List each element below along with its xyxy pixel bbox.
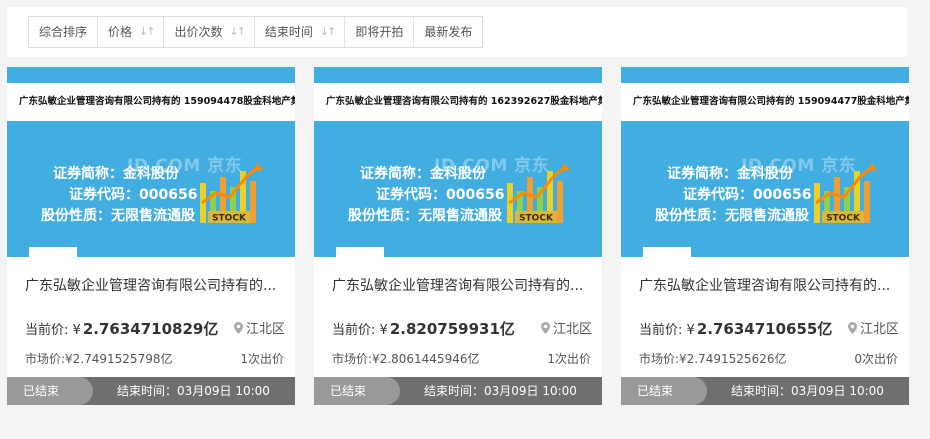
item-title[interactable]: 广东弘敏企业管理咨询有限公司持有的...: [25, 275, 285, 295]
location-text: 江北区: [859, 322, 899, 337]
location: 江北区: [540, 318, 592, 337]
current-price: 当前价: ¥2.7634710829亿: [25, 318, 218, 339]
image-security-name: 证券简称：金科股份: [53, 166, 179, 182]
stock-chart-icon: STOCK: [200, 163, 263, 224]
current-price-value: ¥2.820759931亿: [380, 320, 515, 338]
end-time: 结束时间：03月09日 10:00: [117, 384, 270, 398]
location: 江北区: [233, 318, 285, 337]
bid-count: 1次出价: [240, 352, 284, 366]
sort-arrows-icon: ↓↑: [139, 25, 156, 38]
stock-label: STOCK: [826, 214, 861, 224]
item-image[interactable]: 广东弘敏企业管理咨询有限公司持有的 159094477股金科地产集团股份有限公司…: [621, 67, 909, 257]
sort-comprehensive-button[interactable]: 综合排序: [29, 17, 99, 47]
auction-card[interactable]: 广东弘敏企业管理咨询有限公司持有的 162392627股金科地产集团股份有限公司…: [314, 67, 602, 405]
market-price: 市场价:¥2.7491525798亿: [25, 352, 173, 366]
location-pin-icon: [847, 321, 857, 334]
status-badge: 已结束: [7, 377, 93, 405]
sort-label: 结束时间: [264, 25, 313, 39]
current-price: 当前价: ¥2.820759931亿: [332, 318, 515, 339]
sort-label: 即将开拍: [355, 25, 404, 39]
image-share-nature: 股份性质：无限售流通股: [41, 208, 195, 224]
sort-label: 出价次数: [174, 25, 223, 39]
sort-bid-count-button[interactable]: 出价次数 ↓↑: [164, 17, 255, 47]
status-badge: 已结束: [314, 377, 400, 405]
sort-newest-button[interactable]: 最新发布: [414, 17, 482, 47]
image-share-nature: 股份性质：无限售流通股: [348, 208, 502, 224]
location-pin-icon: [540, 321, 550, 334]
sort-button-group: 综合排序 价格 ↓↑ 出价次数 ↓↑ 结束时间 ↓↑ 即将开拍 最新发布: [28, 16, 484, 48]
sort-label: 最新发布: [424, 25, 473, 39]
card-footer: 已结束 结束时间：03月09日 10:00: [314, 377, 602, 405]
item-title[interactable]: 广东弘敏企业管理咨询有限公司持有的...: [639, 275, 899, 295]
location-text: 江北区: [245, 322, 285, 337]
sort-arrows-icon: ↓↑: [319, 25, 337, 38]
location-text: 江北区: [552, 322, 592, 337]
image-tag: [336, 247, 384, 257]
end-time: 结束时间：03月09日 10:00: [424, 384, 577, 398]
image-header-text: 广东弘敏企业管理咨询有限公司持有的 159094477股金科地产集团股份有限公司…: [621, 83, 909, 121]
image-security-name: 证券简称：金科股份: [360, 166, 486, 182]
auction-card[interactable]: 广东弘敏企业管理咨询有限公司持有的 159094477股金科地产集团股份有限公司…: [621, 67, 909, 405]
current-price-label: 当前价:: [25, 323, 69, 338]
market-price: 市场价:¥2.7491525626亿: [639, 352, 787, 366]
sort-toolbar: 综合排序 价格 ↓↑ 出价次数 ↓↑ 结束时间 ↓↑ 即将开拍 最新发布: [7, 7, 907, 57]
current-price: 当前价: ¥2.7634710655亿: [639, 318, 832, 339]
item-image[interactable]: 广东弘敏企业管理咨询有限公司持有的 159094478股金科地产集团股份有限公司…: [7, 67, 295, 257]
image-share-nature: 股份性质：无限售流通股: [655, 208, 809, 224]
stock-label: STOCK: [519, 214, 554, 224]
item-image[interactable]: 广东弘敏企业管理咨询有限公司持有的 162392627股金科地产集团股份有限公司…: [314, 67, 602, 257]
item-title[interactable]: 广东弘敏企业管理咨询有限公司持有的...: [332, 275, 592, 295]
image-security-name: 证券简称：金科股份: [667, 166, 793, 182]
sort-label: 价格: [108, 25, 133, 39]
status-badge: 已结束: [621, 377, 707, 405]
stock-chart-icon: STOCK: [507, 163, 570, 224]
currency-symbol: ¥: [379, 323, 388, 338]
current-price-value: ¥2.7634710655亿: [687, 320, 833, 338]
sort-price-button[interactable]: 价格 ↓↑: [98, 17, 165, 47]
image-header-text: 广东弘敏企业管理咨询有限公司持有的 159094478股金科地产集团股份有限公司…: [7, 83, 295, 121]
sort-end-time-button[interactable]: 结束时间 ↓↑: [255, 17, 346, 47]
price-amount: 2.7634710829亿: [82, 320, 219, 338]
market-price: 市场价:¥2.8061445946亿: [332, 352, 480, 366]
current-price-label: 当前价:: [639, 323, 683, 338]
card-footer: 已结束 结束时间：03月09日 10:00: [7, 377, 295, 405]
stock-label: STOCK: [212, 214, 247, 224]
image-tag: [643, 247, 691, 257]
end-time: 结束时间：03月09日 10:00: [731, 384, 884, 398]
sort-arrows-icon: ↓↑: [229, 25, 246, 38]
location-pin-icon: [233, 321, 243, 334]
sort-label: 综合排序: [39, 25, 88, 39]
current-price-value: ¥2.7634710829亿: [73, 320, 219, 338]
auction-card[interactable]: 广东弘敏企业管理咨询有限公司持有的 159094478股金科地产集团股份有限公司…: [7, 67, 295, 405]
image-security-code: 证券代码：000656: [69, 187, 198, 203]
currency-symbol: ¥: [686, 323, 695, 338]
image-security-code: 证券代码：000656: [376, 187, 505, 203]
image-tag: [29, 247, 77, 257]
bid-count: 1次出价: [547, 352, 591, 366]
price-amount: 2.820759931亿: [389, 320, 515, 338]
image-header-text: 广东弘敏企业管理咨询有限公司持有的 162392627股金科地产集团股份有限公司…: [314, 83, 602, 121]
bid-count: 0次出价: [854, 352, 898, 366]
currency-symbol: ¥: [72, 323, 81, 338]
sort-upcoming-button[interactable]: 即将开拍: [345, 17, 415, 47]
image-security-code: 证券代码：000656: [683, 187, 812, 203]
current-price-label: 当前价:: [332, 323, 376, 338]
stock-chart-icon: STOCK: [814, 163, 877, 224]
price-amount: 2.7634710655亿: [696, 320, 833, 338]
location: 江北区: [847, 318, 899, 337]
card-footer: 已结束 结束时间：03月09日 10:00: [621, 377, 909, 405]
